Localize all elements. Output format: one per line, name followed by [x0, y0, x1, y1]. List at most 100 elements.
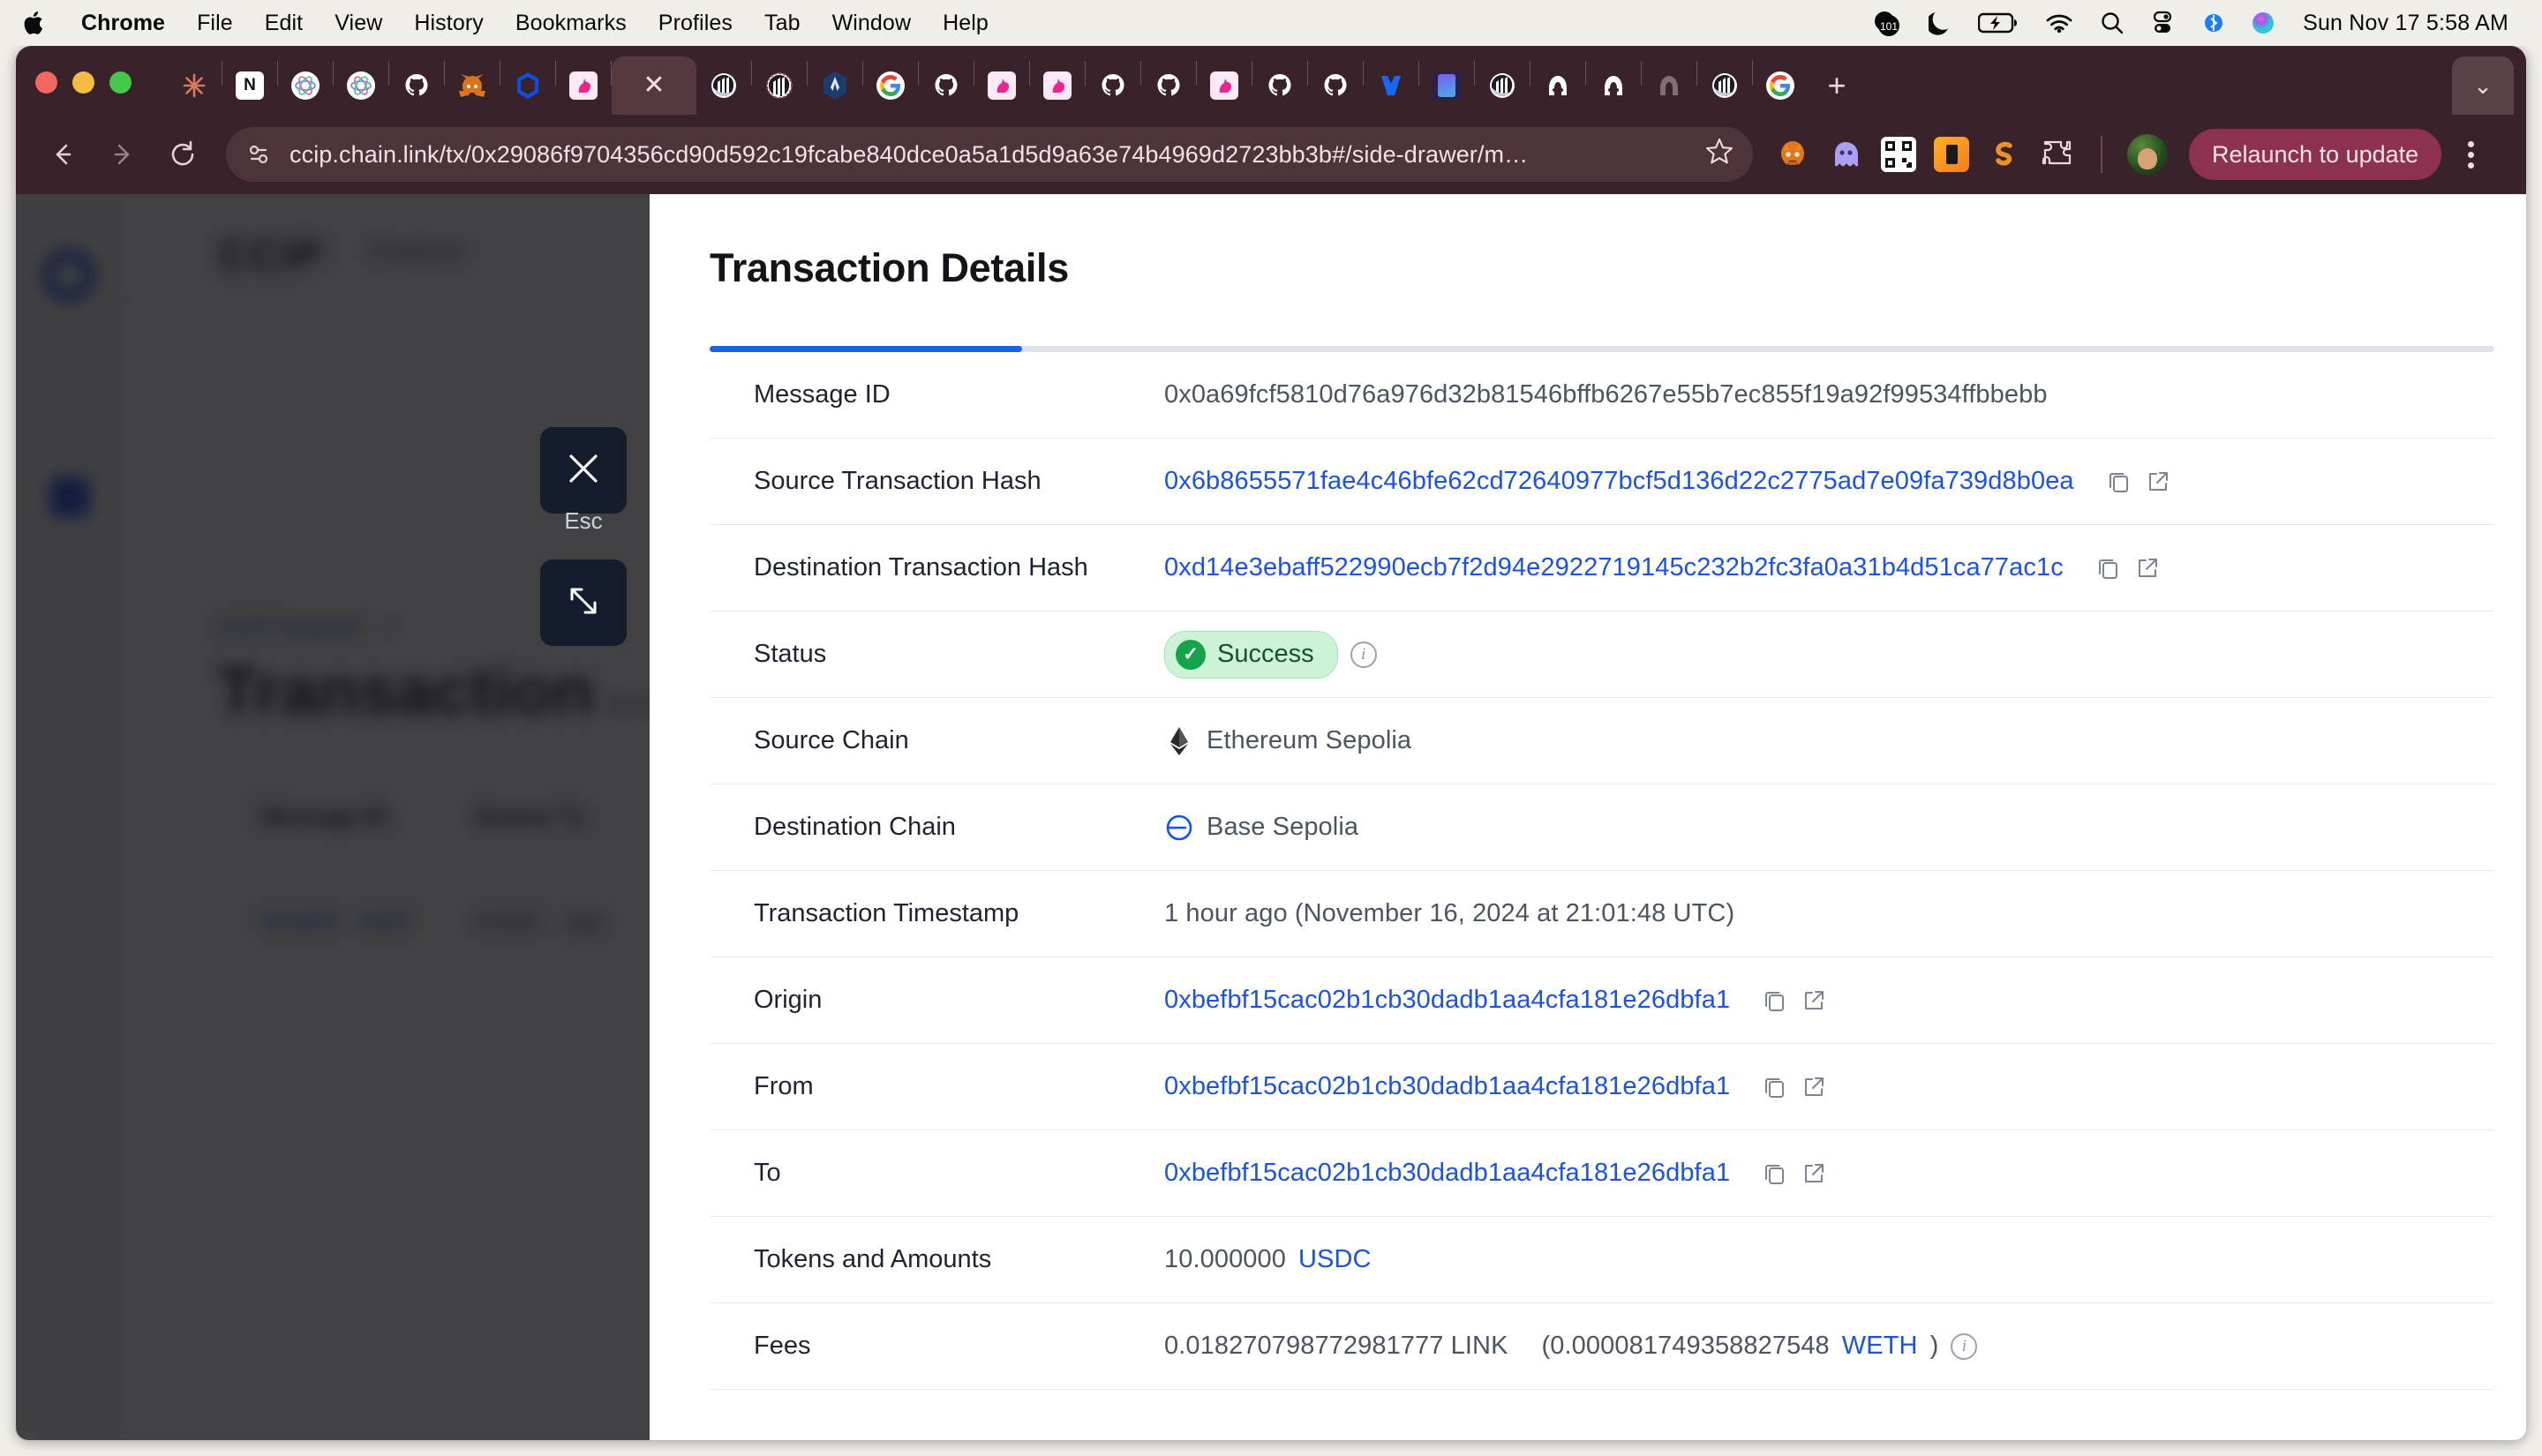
menu-item-edit[interactable]: Edit: [249, 11, 319, 36]
star-outline-icon[interactable]: [1705, 137, 1734, 172]
s-logo-icon[interactable]: [1986, 136, 2023, 173]
tab-unicorn-2[interactable]: [974, 56, 1029, 115]
external-link-icon[interactable]: [2145, 469, 2171, 495]
puzzle-piece-icon[interactable]: [2039, 136, 2076, 173]
avatar[interactable]: [2127, 134, 2168, 175]
row-value-origin: 0xbefbf15cac02b1cb30dadb1aa4cfa181e26dbf…: [1164, 986, 2494, 1015]
tab-blue-v[interactable]: [1364, 56, 1418, 115]
source-tx-hash-link[interactable]: 0x6b8655571fae4c46bfe62cd72640977bcf5d13…: [1164, 467, 2074, 496]
table-row: Fees 0.018270798772981777 LINK (0.000081…: [710, 1303, 2494, 1390]
new-tab-button[interactable]: +: [1808, 56, 1866, 115]
reload-button[interactable]: [155, 127, 210, 182]
to-address-link[interactable]: 0xbefbf15cac02b1cb30dadb1aa4cfa181e26dbf…: [1164, 1159, 1730, 1188]
control-center-icon[interactable]: [2151, 10, 2177, 36]
external-link-icon[interactable]: [1801, 1160, 1827, 1187]
tab-github-3[interactable]: [1086, 56, 1140, 115]
copy-icon[interactable]: [1762, 987, 1788, 1014]
token-symbol-link[interactable]: USDC: [1298, 1245, 1372, 1274]
site-settings-icon[interactable]: [238, 133, 281, 176]
tab-search-overflow-button[interactable]: ⌄: [2452, 56, 2514, 115]
forward-button[interactable]: [95, 127, 150, 182]
tab-github-1[interactable]: [389, 56, 444, 115]
copy-icon[interactable]: [1762, 1160, 1788, 1187]
tab-arch-3[interactable]: [1642, 56, 1696, 115]
tab-chainlink-2[interactable]: [752, 56, 807, 115]
table-row: Transaction Timestamp 1 hour ago (Novemb…: [710, 871, 2494, 957]
tab-ccip-active[interactable]: ✕: [612, 56, 696, 115]
battery-charging-icon[interactable]: [1978, 11, 2019, 34]
copy-icon[interactable]: [2095, 555, 2122, 582]
tab-metamask-1[interactable]: [445, 56, 500, 115]
window-close-button[interactable]: [35, 71, 57, 94]
tab-github-2[interactable]: [919, 56, 974, 115]
from-address-link[interactable]: 0xbefbf15cac02b1cb30dadb1aa4cfa181e26dbf…: [1164, 1072, 1730, 1101]
unicorn-icon: [1209, 71, 1239, 101]
info-circle-icon[interactable]: i: [1350, 641, 1377, 668]
menu-item-file[interactable]: File: [181, 11, 249, 36]
fee-token-link[interactable]: WETH: [1842, 1332, 1918, 1361]
tab-chainlink-4[interactable]: [1697, 56, 1752, 115]
tab-atom-1[interactable]: [278, 56, 333, 115]
tab-arbitrum[interactable]: [808, 56, 862, 115]
window-minimize-button[interactable]: [72, 71, 94, 94]
tab-purple[interactable]: [1419, 56, 1474, 115]
token-amount-value: 10.000000: [1164, 1245, 1286, 1273]
menu-item-window[interactable]: Window: [816, 11, 928, 36]
tab-notion[interactable]: N: [222, 56, 277, 115]
relaunch-to-update-button[interactable]: Relaunch to update: [2189, 129, 2442, 180]
menu-item-history[interactable]: History: [398, 11, 499, 36]
moon-do-not-disturb-icon[interactable]: [1929, 10, 1952, 36]
external-link-icon[interactable]: [1801, 1074, 1827, 1100]
tab-github-5[interactable]: [1252, 56, 1307, 115]
external-link-icon[interactable]: [2134, 555, 2161, 582]
notification-count-icon[interactable]: 101: [1872, 8, 1902, 38]
omnibox[interactable]: ccip.chain.link/tx/0x29086f9704356cd90d5…: [226, 127, 1753, 182]
menu-item-view[interactable]: View: [319, 11, 398, 36]
apple-logo-icon[interactable]: [19, 6, 49, 40]
menu-item-profiles[interactable]: Profiles: [643, 11, 748, 36]
menu-item-bookmarks[interactable]: Bookmarks: [500, 11, 643, 36]
tab-atom-2[interactable]: [334, 56, 388, 115]
tab-alchemy[interactable]: [500, 56, 555, 115]
qr-code-icon[interactable]: [1880, 136, 1917, 173]
tab-google-2[interactable]: [1753, 56, 1808, 115]
origin-address-link[interactable]: 0xbefbf15cac02b1cb30dadb1aa4cfa181e26dbf…: [1164, 986, 1730, 1015]
menu-bar-clock[interactable]: Sun Nov 17 5:58 AM: [2303, 11, 2508, 36]
chainlink-icon: [709, 71, 739, 101]
extensions-area: [1774, 134, 2168, 175]
tab-github-6[interactable]: [1308, 56, 1363, 115]
tab-claude[interactable]: [167, 56, 222, 115]
siri-icon[interactable]: [2250, 10, 2276, 36]
window-zoom-button[interactable]: [109, 71, 132, 94]
external-link-icon[interactable]: [1801, 987, 1827, 1014]
metamask-fox-icon[interactable]: [1774, 136, 1811, 173]
menu-item-tab[interactable]: Tab: [748, 11, 816, 36]
phantom-ghost-icon[interactable]: [1827, 136, 1864, 173]
tab-unicorn-1[interactable]: [556, 56, 611, 115]
tab-chainlink-1[interactable]: [696, 56, 751, 115]
tab-unicorn-4[interactable]: [1197, 56, 1252, 115]
tab-chainlink-3[interactable]: [1475, 56, 1530, 115]
destination-tx-hash-link[interactable]: 0xd14e3ebaff522990ecb7f2d94e2922719145c2…: [1164, 553, 2064, 582]
tab-unicorn-3[interactable]: [1030, 56, 1085, 115]
copy-icon[interactable]: [1762, 1074, 1788, 1100]
orange-square-icon[interactable]: [1933, 136, 1970, 173]
tab-arch-1[interactable]: [1530, 56, 1585, 115]
three-dot-menu-icon[interactable]: [2468, 140, 2475, 169]
url-text[interactable]: ccip.chain.link/tx/0x29086f9704356cd90d5…: [290, 141, 1689, 169]
bluetooth-icon[interactable]: [2204, 11, 2223, 35]
copy-icon[interactable]: [2106, 469, 2132, 495]
close-icon[interactable]: ✕: [643, 72, 665, 99]
close-drawer-button[interactable]: [540, 427, 627, 514]
menu-item-chrome[interactable]: Chrome: [65, 11, 181, 36]
back-button[interactable]: [35, 127, 90, 182]
tab-google-1[interactable]: [863, 56, 918, 115]
tab-github-4[interactable]: [1141, 56, 1196, 115]
tab-arch-2[interactable]: [1586, 56, 1641, 115]
menu-item-help[interactable]: Help: [927, 11, 1004, 36]
spotlight-search-icon[interactable]: [2100, 11, 2125, 35]
info-circle-icon[interactable]: i: [1951, 1332, 1978, 1360]
row-value-to: 0xbefbf15cac02b1cb30dadb1aa4cfa181e26dbf…: [1164, 1159, 2494, 1188]
expand-drawer-button[interactable]: [540, 559, 627, 646]
wifi-icon[interactable]: [2045, 12, 2073, 34]
